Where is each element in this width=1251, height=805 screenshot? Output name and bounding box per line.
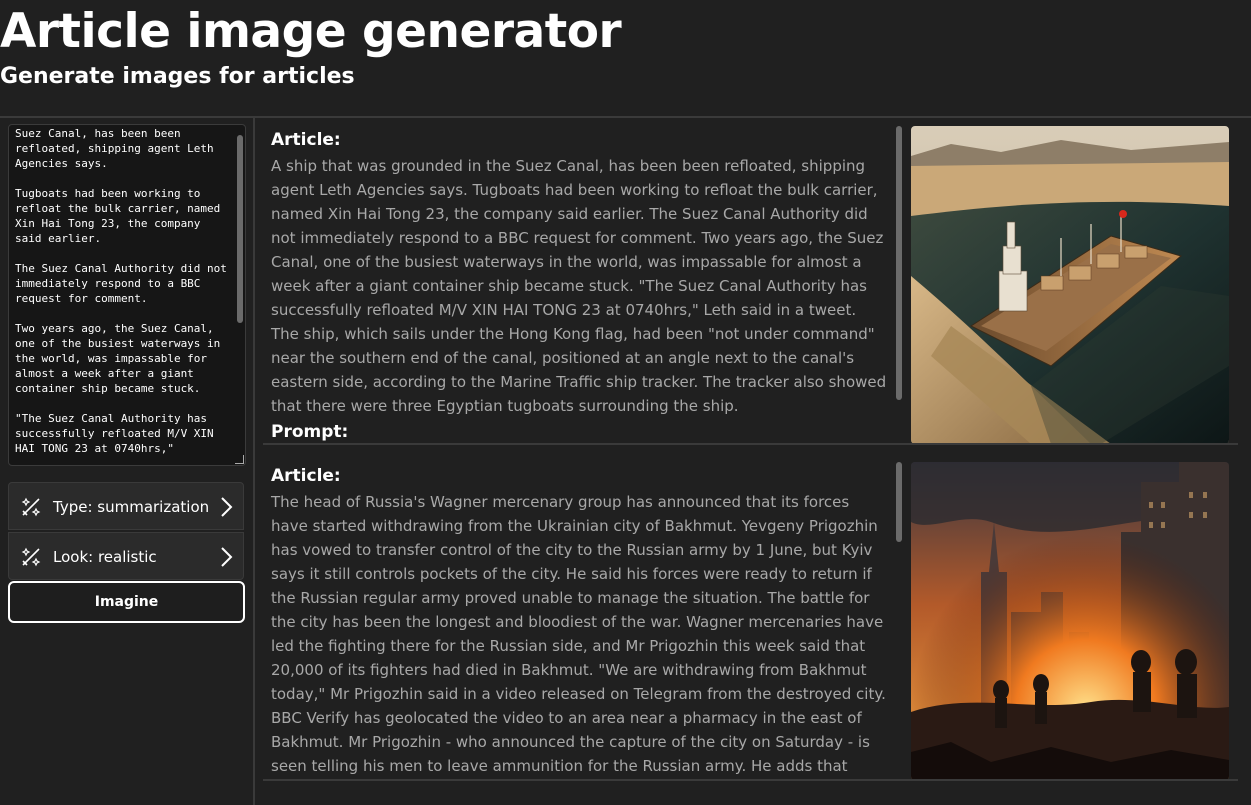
article-heading: Article: (271, 130, 341, 150)
look-option-label: Look: realistic (53, 548, 157, 566)
magic-wand-icon (21, 547, 41, 567)
article-text: A ship that was grounded in the Suez Can… (271, 157, 887, 415)
result-scrollbar[interactable] (896, 462, 902, 542)
result-card: Article: The head of Russia's Wagner mer… (263, 454, 1238, 780)
article-input[interactable]: A ship that was grounded in the Suez Can… (8, 124, 246, 466)
article-input-scrollbar[interactable] (237, 135, 243, 323)
app-header: Article image generator Generate images … (0, 0, 1251, 117)
card-divider (263, 779, 1238, 781)
result-text-pane[interactable]: Article: A ship that was grounded in the… (263, 118, 895, 444)
imagine-button[interactable]: Imagine (8, 581, 245, 623)
result-scrollbar[interactable] (896, 126, 902, 400)
sidebar-divider (253, 118, 255, 805)
look-option-button[interactable]: Look: realistic (8, 532, 244, 580)
page-subtitle: Generate images for articles (0, 64, 355, 89)
card-divider (263, 443, 1238, 445)
magic-wand-icon (21, 497, 41, 517)
article-input-value[interactable]: A ship that was grounded in the Suez Can… (15, 125, 229, 456)
article-heading: Article: (271, 466, 341, 486)
result-card: Article: A ship that was grounded in the… (263, 118, 1238, 444)
chevron-right-icon (221, 547, 233, 567)
type-option-button[interactable]: Type: summarization (8, 482, 244, 530)
article-text: The head of Russia's Wagner mercenary gr… (271, 493, 886, 775)
chevron-right-icon (221, 497, 233, 517)
result-text-pane[interactable]: Article: The head of Russia's Wagner mer… (263, 454, 895, 780)
type-option-label: Type: summarization (53, 498, 210, 516)
resize-handle[interactable] (235, 455, 244, 464)
cargo-ship-image (911, 126, 1229, 444)
prompt-heading: Prompt: (271, 422, 349, 442)
burning-city-image (911, 462, 1229, 780)
page-title: Article image generator (0, 4, 622, 59)
